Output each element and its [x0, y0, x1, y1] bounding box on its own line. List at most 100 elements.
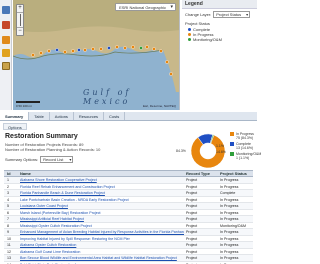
cell-name-link[interactable]: Florida Reef Rehab Enhancement and Const… [18, 184, 184, 190]
cell-name-link[interactable]: Alabama Oyster Cultch Restoration [18, 242, 184, 248]
cell-record-type: Project [186, 230, 198, 234]
cell-id: 1 [7, 178, 9, 182]
summary-options-select[interactable]: Record List [40, 156, 74, 163]
cell-status: In Progress [220, 243, 239, 247]
legend-title: Legend [182, 0, 257, 9]
cell-record-type: Project [186, 256, 198, 260]
cell-name-link[interactable]: Louisiana Outer Coast Project [18, 203, 184, 209]
pie-label-in-progress: 84.3% [176, 149, 186, 153]
cell-name-link[interactable]: Florida Panhandle Beach & Dune Restorati… [18, 190, 184, 196]
header-record-type[interactable]: Record Type [184, 171, 218, 176]
legend-item-monitoring: Monitoring/O&M [182, 37, 257, 42]
cell-record-type: Project [186, 249, 198, 254]
tab-costs[interactable]: Costs [104, 112, 126, 120]
cell-status: In Progress [220, 210, 239, 215]
cell-status: In Progress [220, 256, 239, 260]
change-layer-select[interactable]: Project Status [213, 11, 251, 18]
cell-id: 4 [7, 197, 9, 202]
cell-name-link[interactable]: Marsh Island (Portersville Bay) Restorat… [18, 210, 184, 216]
basemap-select[interactable]: ESRI National Geographic [115, 3, 176, 11]
cell-id: 2 [7, 184, 9, 189]
scale-label: 0 50 100 mi [16, 104, 32, 108]
cell-id: 7 [7, 217, 9, 221]
cell-name-link[interactable]: Alabama Gulf Coast Lime Restoration [18, 249, 184, 255]
cell-status: In Progress [220, 184, 239, 189]
tab-resources[interactable]: Resources [74, 112, 105, 120]
layers-icon[interactable] [2, 6, 10, 14]
cell-record-type: Project [186, 243, 198, 247]
tab-bar: Summary Table Actions Resources Costs [0, 112, 257, 121]
change-layer-label: Change Layer: [185, 12, 212, 17]
zoom-out-icon[interactable]: − [17, 28, 23, 35]
cell-record-type: Project [186, 197, 198, 202]
folder-icon[interactable] [2, 36, 10, 44]
cell-record-type: Project [186, 191, 198, 195]
cell-status: In Progress [220, 236, 239, 241]
header-project-status[interactable]: Project Status [218, 171, 253, 176]
cell-record-type: Project [186, 223, 198, 228]
cell-name-link[interactable]: Bon Secour Blood Wildlife and Environmen… [18, 255, 184, 261]
cell-name-link[interactable]: Lake Pontchartrain Basin Creation - NRDA… [18, 197, 184, 203]
zoom-in-icon[interactable]: + [17, 5, 23, 12]
zoom-slider[interactable] [17, 12, 23, 28]
pie-legend-in-progress: In Progress 75 (84.3%) [230, 132, 254, 140]
cell-id: 13 [7, 256, 11, 260]
cell-name-link[interactable]: Alabama Shore Restoration Cooperative Pr… [18, 177, 184, 183]
cell-status: Monitoring/O&M [220, 223, 246, 228]
summary-options: Summary Options: Record List [5, 156, 74, 163]
legend-panel: Legend Change Layer: Project Status Proj… [182, 0, 257, 110]
cell-id: 11 [7, 243, 11, 247]
cell-id: 6 [7, 210, 9, 215]
info-icon[interactable] [2, 62, 10, 70]
cell-status: In Progress [220, 204, 239, 208]
table-body: 1 Alabama Shore Restoration Cooperative P… [4, 177, 253, 264]
pie-legend-monitoring: Monitoring/O&M 1 (1.1%) [230, 152, 261, 160]
tab-actions[interactable]: Actions [50, 112, 74, 120]
header-name[interactable]: Name [18, 171, 184, 176]
pie-legend-complete: Complete 13 (14.6%) [230, 142, 253, 150]
scale-bar [16, 101, 40, 103]
cell-name-link[interactable]: Enhanced Management of Avian Breeding Ha… [18, 229, 184, 235]
left-toolbar [0, 0, 12, 110]
cell-record-type: Project [186, 204, 198, 208]
cell-record-type: Project [186, 236, 198, 241]
cell-status: In Progress [220, 249, 239, 254]
cell-status: In Progress [220, 197, 239, 202]
cell-id: 12 [7, 249, 11, 254]
cell-name-link[interactable]: Improving Habitat Injured by Spill Respo… [18, 236, 184, 242]
cell-id: 3 [7, 191, 9, 195]
summary-count-planning: Number of Restoration Planning & Action … [5, 147, 101, 152]
legend-item-label: Monitoring/O&M [193, 37, 222, 42]
legend-heading: Project Status [185, 21, 210, 26]
summary-options-label: Summary Options: [5, 157, 39, 162]
zoom-control[interactable]: + − [16, 4, 24, 36]
records-table: Id Name Record Type Project Status 1 Alab… [4, 170, 253, 264]
cell-record-type: Project [186, 184, 198, 189]
status-pie-chart: 84.3% 1.1% 14.6% In Progress 75 (84.3%) C… [176, 131, 261, 171]
cell-record-type: Project [186, 217, 198, 221]
cell-status: In Progress [220, 178, 239, 182]
pie-label-complete: 1.1% [216, 144, 224, 148]
header-id[interactable]: Id [4, 171, 18, 176]
circle-icon [188, 33, 191, 36]
cell-id: 5 [7, 204, 9, 208]
pie-label-monitoring: 14.6% [216, 150, 226, 154]
cell-record-type: Project [186, 210, 198, 215]
cell-name-link[interactable]: Mississippi Artificial Reef Habitat Proj… [18, 216, 184, 222]
options-button[interactable]: Options [3, 123, 27, 130]
cell-id: 8 [7, 223, 9, 228]
tab-table[interactable]: Table [29, 112, 50, 120]
tab-summary[interactable]: Summary [0, 112, 30, 120]
cell-id: 10 [7, 236, 11, 241]
cell-record-type: Project [186, 178, 198, 182]
cell-status: In Progress [220, 217, 239, 221]
map-view[interactable]: ESRI National Geographic + − Gulf of Mex… [13, 0, 180, 110]
cell-status: In Progress [220, 230, 239, 234]
cell-status: Complete [220, 191, 236, 195]
cell-id: 9 [7, 230, 9, 234]
folder-open-icon[interactable] [2, 49, 10, 57]
search-icon[interactable] [2, 21, 10, 29]
table-header: Id Name Record Type Project Status [4, 170, 253, 177]
cell-name-link[interactable]: Mississippi Oyster Cultch Restoration Pr… [18, 223, 184, 229]
page-title: Restoration Summary [5, 133, 78, 140]
